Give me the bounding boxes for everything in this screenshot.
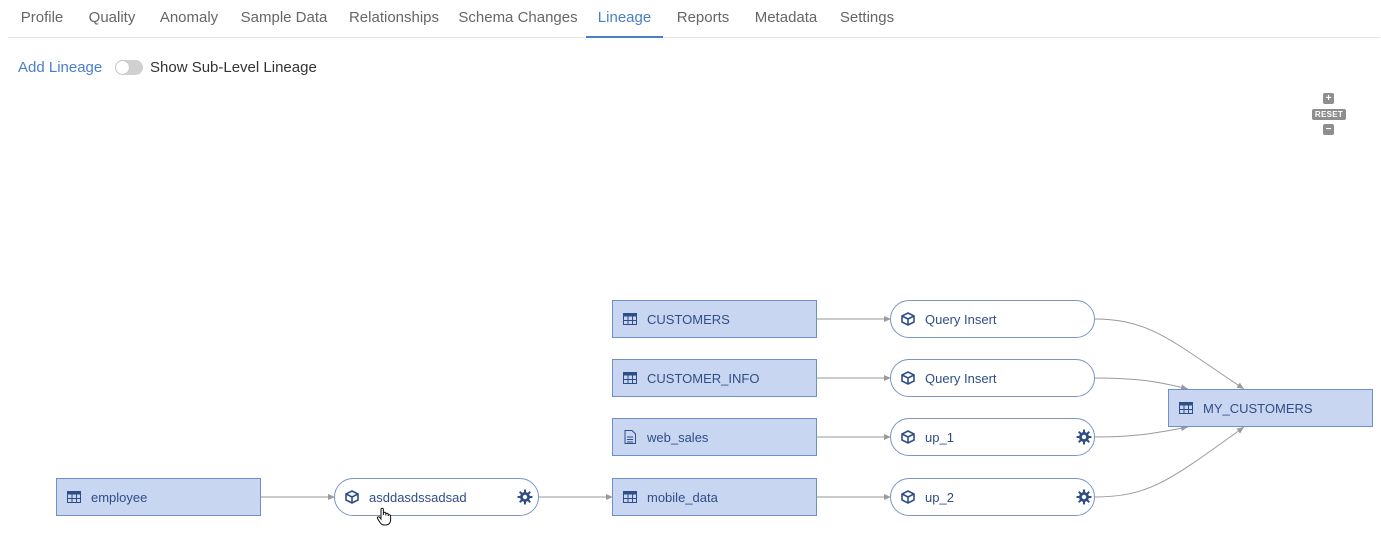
node-label: CUSTOMER_INFO <box>647 370 760 386</box>
cube-icon <box>901 312 915 326</box>
node-label: CUSTOMERS <box>647 311 730 327</box>
cube-icon <box>901 430 915 444</box>
lineage-edges <box>260 316 1245 500</box>
table-icon <box>1179 401 1193 415</box>
node-process-up-2[interactable]: up_2 <box>890 478 1095 516</box>
node-mobile-data[interactable]: mobile_data <box>612 478 817 516</box>
gear-icon[interactable] <box>1075 488 1093 506</box>
node-web-sales[interactable]: web_sales <box>612 418 817 456</box>
node-my-customers[interactable]: MY_CUSTOMERS <box>1168 389 1373 427</box>
node-process-query-insert-1[interactable]: Query Insert <box>890 300 1095 338</box>
node-label: asddasdssadsad <box>369 489 467 505</box>
node-process-query-insert-2[interactable]: Query Insert <box>890 359 1095 397</box>
node-label: Query Insert <box>925 311 997 327</box>
cube-icon <box>901 371 915 385</box>
table-icon <box>623 371 637 385</box>
node-label: Query Insert <box>925 370 997 386</box>
node-process-up-1[interactable]: up_1 <box>890 418 1095 456</box>
node-customer-info[interactable]: CUSTOMER_INFO <box>612 359 817 397</box>
node-customers[interactable]: CUSTOMERS <box>612 300 817 338</box>
node-process-asddasdssadsad[interactable]: asddasdssadsad <box>334 478 539 516</box>
node-label: MY_CUSTOMERS <box>1203 400 1313 416</box>
gear-icon[interactable] <box>516 488 534 506</box>
file-icon <box>623 430 637 444</box>
node-label: mobile_data <box>647 489 718 505</box>
edge-query-insert-2-to-my-customers <box>1093 377 1189 391</box>
table-icon <box>623 490 637 504</box>
edge-up-2-to-my-customers <box>1093 426 1245 498</box>
hand-cursor-icon <box>376 507 392 527</box>
table-icon <box>623 312 637 326</box>
table-icon <box>67 490 81 504</box>
node-employee[interactable]: employee <box>56 478 261 516</box>
cube-icon <box>345 490 359 504</box>
gear-icon[interactable] <box>1075 428 1093 446</box>
node-label: web_sales <box>647 429 709 445</box>
node-label: up_2 <box>925 489 954 505</box>
cube-icon <box>901 490 915 504</box>
node-label: employee <box>91 489 148 505</box>
edge-up-1-to-my-customers <box>1093 425 1189 438</box>
node-label: up_1 <box>925 429 954 445</box>
